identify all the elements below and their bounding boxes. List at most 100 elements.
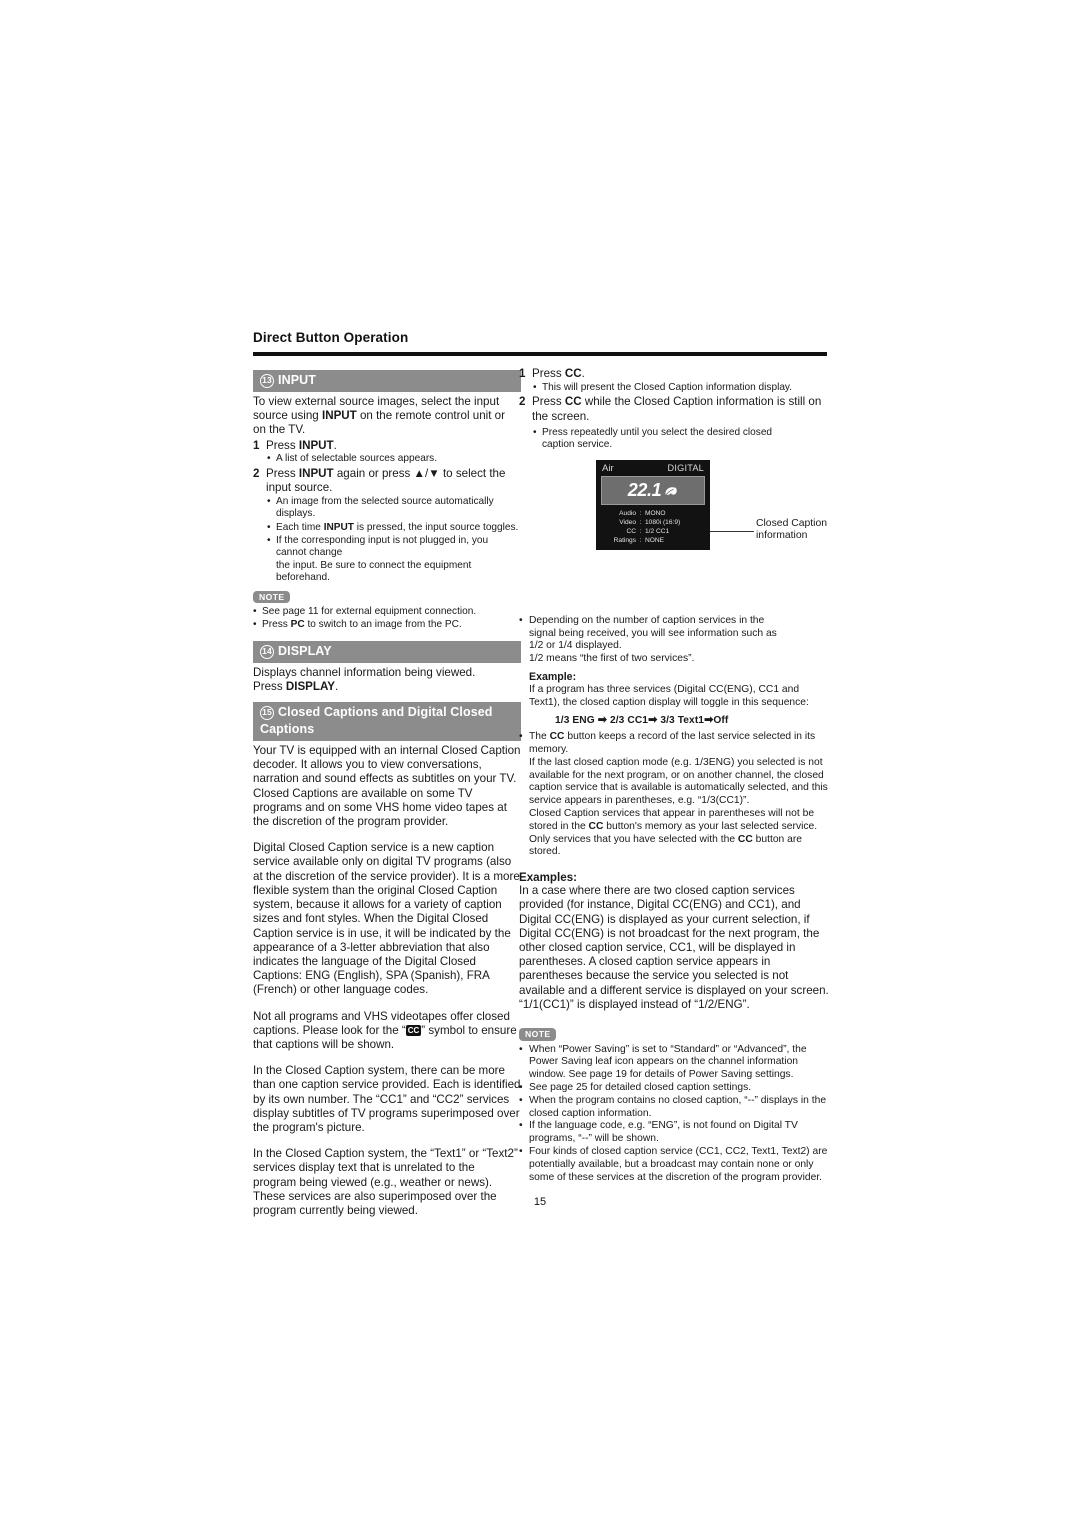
bullet-dot: • bbox=[519, 1081, 523, 1093]
step-number: 1 bbox=[519, 367, 526, 380]
section-title-display: DISPLAY bbox=[278, 643, 332, 658]
b3-line1: If the corresponding input is not plugge… bbox=[276, 534, 489, 559]
tv-row-ratings: Ratings : NONE bbox=[602, 536, 704, 545]
right-note-2: • See page 25 for detailed closed caption… bbox=[519, 1082, 829, 1095]
note-badge-right: NOTE bbox=[519, 1028, 557, 1041]
bullet-dot: • bbox=[533, 381, 537, 393]
bullet-text: This will present the Closed Caption inf… bbox=[542, 381, 793, 393]
b2-bold: INPUT bbox=[323, 521, 354, 533]
b2-b: is pressed, the input source toggles. bbox=[353, 521, 519, 533]
tv-channel-number: 22.1 bbox=[627, 479, 662, 500]
bullet-text: A list of selectable sources appears. bbox=[276, 453, 438, 465]
tv-row-sep: : bbox=[639, 509, 642, 517]
bullet-dot: • bbox=[533, 426, 537, 438]
step-number: 2 bbox=[519, 395, 526, 409]
power-saving-leaf-icon bbox=[664, 484, 678, 496]
bullet-text: If the corresponding input is not plugge… bbox=[276, 535, 521, 585]
callout-line-2: information bbox=[756, 530, 808, 542]
display-line2-a: Press bbox=[253, 679, 286, 693]
examples-text: In a case where there are two closed cap… bbox=[519, 884, 829, 1011]
callout-leader-line bbox=[710, 530, 754, 533]
input-step-1: 1 Press INPUT. bbox=[253, 439, 521, 453]
cc-step2-bullet: • Press repeatedly until you select the d… bbox=[533, 427, 829, 452]
b2-a: Each time bbox=[276, 521, 324, 533]
r-step1-a: Press bbox=[532, 367, 565, 380]
input-intro: To view external source images, select t… bbox=[253, 395, 521, 438]
note-text: See page 25 for detailed closed caption … bbox=[529, 1081, 752, 1093]
input-step2-bullet-2: • Each time INPUT is pressed, the input s… bbox=[267, 522, 521, 535]
cc-paragraph-1: Your TV is equipped with an internal Clo… bbox=[253, 744, 521, 829]
note-text: See page 11 for external equipment conne… bbox=[262, 605, 477, 617]
arrow-icon-1: ➡ bbox=[597, 714, 608, 727]
tv-row-value: MONO bbox=[645, 509, 666, 517]
cc-step1-bullet: • This will present the Closed Caption in… bbox=[533, 382, 829, 395]
section-header-input: 13 INPUT bbox=[253, 370, 521, 392]
section-title-cc: Closed Captions and Digital Closed Capti… bbox=[260, 705, 493, 737]
caption-toggle-sequence: 1/3 ENG ➡ 2/3 CC1➡ 3/3 Text1➡Off bbox=[555, 714, 829, 728]
bullet-dot: • bbox=[519, 614, 523, 626]
step1-text-bold: INPUT bbox=[298, 438, 334, 452]
input-step1-bullet-1: • A list of selectable sources appears. bbox=[267, 453, 521, 466]
cc-step-2: 2 Press CC while the Closed Caption info… bbox=[519, 395, 829, 423]
r-b2-line2: caption service. bbox=[542, 439, 613, 451]
tv-row-key: Video bbox=[619, 518, 636, 526]
cc-step-1: 1 Press CC. bbox=[519, 367, 829, 381]
left-column: 13 INPUT To view external source images, … bbox=[253, 370, 521, 1218]
right-note-1: • When “Power Saving” is set to “Standard… bbox=[519, 1044, 829, 1082]
step-text: Press INPUT again or press ▲/▼ to select… bbox=[266, 467, 521, 495]
callout-label: Closed Caption information bbox=[756, 518, 876, 543]
bullet-text: An image from the selected source automa… bbox=[276, 495, 494, 520]
tv-row-sep: : bbox=[639, 527, 642, 535]
bullet-dot: • bbox=[253, 605, 257, 617]
bullet-dot: • bbox=[519, 1043, 523, 1055]
arrow-icon-3: ➡ bbox=[704, 714, 714, 727]
bullet-text: Each time INPUT is pressed, the input so… bbox=[276, 522, 521, 535]
step1-text-a: Press bbox=[266, 438, 299, 452]
step2-text-a: Press bbox=[266, 466, 299, 480]
note-text: When the program contains no closed capt… bbox=[529, 1094, 827, 1119]
tv-row-sep: : bbox=[639, 536, 642, 544]
r-step1-b: . bbox=[581, 367, 585, 380]
input-note-2: • Press PC to switch to an image from the… bbox=[253, 619, 521, 632]
tv-row-key: CC bbox=[626, 527, 636, 535]
step-text: Press CC. bbox=[532, 367, 829, 381]
header-rule bbox=[253, 352, 827, 356]
dep-line3: 1/2 or 1/4 displayed. bbox=[529, 640, 622, 652]
section-number-15: 15 bbox=[260, 706, 274, 721]
examples-label: Examples: bbox=[519, 871, 577, 885]
tv-row-audio: Audio : MONO bbox=[602, 509, 704, 518]
input-intro-bold: INPUT bbox=[321, 409, 357, 423]
arrow-icon-2: ➡ bbox=[648, 714, 658, 727]
input-step2-bullet-3: • If the corresponding input is not plugg… bbox=[267, 535, 521, 585]
ccmem-b: button keeps a record of the last servic… bbox=[529, 731, 816, 756]
callout-line-1: Closed Caption bbox=[756, 517, 828, 529]
ccmem-bold3: CC bbox=[737, 833, 753, 845]
bullet-dot: • bbox=[267, 495, 271, 507]
display-line2-bold: DISPLAY bbox=[285, 679, 336, 693]
tv-row-key: Ratings bbox=[613, 536, 636, 544]
step-number: 1 bbox=[253, 438, 260, 452]
r-step1-bold: CC bbox=[564, 367, 582, 380]
r-b2-line1: Press repeatedly until you select the de… bbox=[542, 426, 773, 438]
b3-line2: the input. Be sure to connect the equipm… bbox=[276, 559, 472, 584]
r-step2-bold: CC bbox=[564, 395, 582, 409]
note2-a: Press bbox=[262, 619, 291, 631]
bullet-dot: • bbox=[267, 453, 271, 465]
bullet-dot: • bbox=[267, 534, 271, 546]
seq-item-1: 1/3 ENG bbox=[555, 715, 595, 727]
bullet-depending-services: • Depending on the number of caption ser… bbox=[519, 615, 829, 728]
tv-row-sep: : bbox=[639, 518, 642, 526]
page-number: 15 bbox=[533, 1196, 547, 1208]
bullet-dot: • bbox=[519, 1120, 523, 1132]
bullet-text: The CC button keeps a record of the last… bbox=[529, 731, 829, 859]
step1-text-b: . bbox=[333, 438, 337, 452]
tv-signal-label: DIGITAL bbox=[667, 463, 704, 474]
tv-info-rows: Audio : MONO Video : 1080i (16:9) CC : 1… bbox=[596, 505, 710, 550]
display-line-2: Press DISPLAY. bbox=[253, 680, 521, 694]
right-note-4: • If the language code, e.g. “ENG”, is no… bbox=[519, 1120, 829, 1146]
input-note-1: • See page 11 for external equipment conn… bbox=[253, 606, 521, 619]
cc-paragraph-4: In the Closed Caption system, there can … bbox=[253, 1064, 521, 1134]
section-number-14: 14 bbox=[260, 644, 274, 659]
dep-line2: signal being received, you will see info… bbox=[529, 627, 777, 639]
cc-symbol-icon: CC bbox=[405, 1024, 422, 1036]
